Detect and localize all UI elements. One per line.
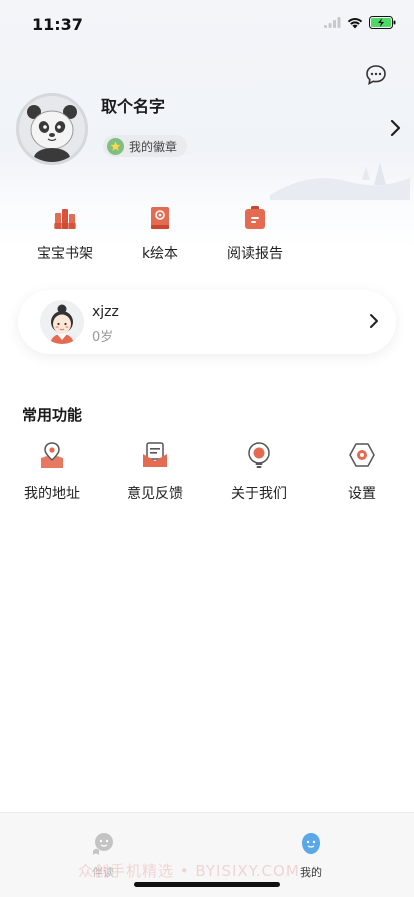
quick-link-label: 阅读报告 (227, 246, 283, 262)
badge-button[interactable]: 我的徽章 (103, 135, 188, 157)
child-avatar-icon (50, 304, 74, 344)
star-icon (107, 137, 124, 155)
watermark: 众创手机精选 • BYISIXY.COM (78, 862, 300, 880)
status-icons (324, 16, 396, 29)
report-icon (245, 206, 265, 229)
common-functions: 我的地址 意见反馈 关于我们 设置 (0, 440, 414, 510)
nickname[interactable]: 取个名字 (101, 93, 165, 117)
func-my-address[interactable]: 我的地址 (7, 440, 97, 503)
section-title-common: 常用功能 (22, 406, 83, 424)
badge-label: 我的徽章 (129, 139, 178, 154)
chevron-right-icon[interactable] (368, 312, 380, 330)
settings-icon (349, 443, 375, 467)
about-icon (248, 442, 270, 468)
func-label: 意见反馈 (127, 486, 183, 502)
mine-icon (302, 833, 320, 854)
func-settings[interactable]: 设置 (317, 440, 407, 503)
func-feedback[interactable]: 意见反馈 (110, 440, 200, 503)
quick-link-reading-report[interactable]: 阅读报告 (205, 205, 305, 263)
func-about-us[interactable]: 关于我们 (214, 440, 304, 503)
companion-reading-icon (93, 833, 113, 855)
child-avatar (40, 300, 84, 344)
func-label: 关于我们 (231, 486, 287, 502)
hill-decoration-icon (270, 162, 410, 200)
signal-icon (324, 17, 341, 28)
panda-avatar-icon (27, 105, 77, 162)
home-indicator (134, 882, 280, 887)
avatar[interactable] (16, 93, 88, 165)
quick-links: 宝宝书架 k绘本 阅读报告 (0, 205, 414, 265)
child-card[interactable]: xjzz 0岁 (18, 290, 396, 354)
feedback-icon (143, 442, 167, 467)
bookshelf-icon (54, 209, 76, 229)
quick-link-picture-book[interactable]: k绘本 (110, 205, 210, 263)
quick-link-label: k绘本 (141, 246, 179, 262)
message-icon[interactable] (364, 63, 388, 87)
quick-link-label: 宝宝书架 (37, 246, 93, 262)
battery-charging-icon (369, 16, 396, 29)
location-icon (41, 442, 63, 468)
func-label: 我的地址 (24, 486, 80, 502)
status-bar: 11:37 (0, 0, 414, 48)
quick-link-bookshelf[interactable]: 宝宝书架 (15, 205, 115, 263)
wifi-icon (347, 17, 363, 28)
picture-book-icon (151, 207, 169, 229)
func-label: 设置 (348, 486, 376, 502)
status-time: 11:37 (32, 15, 83, 34)
chevron-right-icon[interactable] (388, 118, 402, 138)
child-age: 0岁 (92, 330, 114, 345)
child-name: xjzz (92, 304, 119, 320)
